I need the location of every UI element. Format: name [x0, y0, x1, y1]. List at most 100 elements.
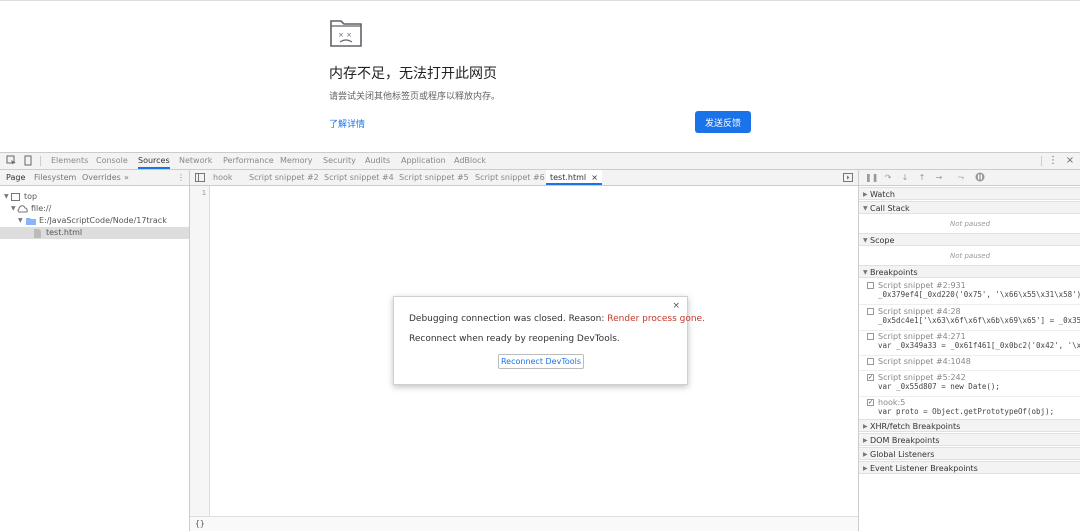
breakpoint-location: Script snippet #4:1048	[878, 357, 971, 366]
tree-item-label: test.html	[46, 228, 83, 237]
debugger-toolbar: ❚❚ ↷ ↓ ↑ → ⤳	[859, 170, 1080, 186]
breakpoint-item[interactable]: Script snippet #4:28 _0x5dc4e1['\x63\x6f…	[859, 306, 1080, 331]
toggle-debugger-icon[interactable]	[843, 170, 853, 185]
dialog-message-2: Reconnect when ready by reopening DevToo…	[409, 334, 620, 344]
toolbar-divider	[1041, 156, 1042, 166]
section-event-listener-breakpoints[interactable]: ▶ Event Listener Breakpoints	[859, 461, 1080, 474]
breakpoint-checkbox[interactable]	[867, 308, 874, 315]
reconnect-devtools-button[interactable]: Reconnect DevTools	[498, 354, 584, 369]
section-label: Call Stack	[870, 204, 910, 213]
section-dom-breakpoints[interactable]: ▶ DOM Breakpoints	[859, 433, 1080, 446]
expanded-arrow-icon: ▼	[863, 269, 868, 276]
inspect-element-icon[interactable]	[5, 155, 17, 167]
tree-item-top[interactable]: ▼ top	[0, 191, 189, 203]
connection-closed-dialog: × Debugging connection was closed. Reaso…	[393, 296, 705, 385]
step-icon[interactable]: →	[933, 172, 945, 184]
breakpoint-code: var proto = Object.getPrototypeOf(obj);	[878, 407, 1055, 416]
nav-tab-page[interactable]: Page	[6, 170, 25, 185]
pretty-print-button[interactable]: {}	[195, 519, 205, 528]
breakpoint-item[interactable]: Script snippet #4:1048	[859, 356, 1080, 371]
editor-tab-hook[interactable]: hook	[213, 170, 233, 185]
tab-audits[interactable]: Audits	[365, 153, 390, 169]
tab-network[interactable]: Network	[179, 153, 212, 169]
tab-security[interactable]: Security	[323, 153, 356, 169]
breakpoint-location: Script snippet #5:242	[878, 373, 966, 382]
section-global-listeners[interactable]: ▶ Global Listeners	[859, 447, 1080, 460]
editor-tab-test-html[interactable]: test.html ×	[546, 170, 602, 185]
sources-navigator: Page Filesystem Overrides » ⋮ ▼ top ▼ fi…	[0, 170, 190, 531]
more-tabs-chevron-icon[interactable]: »	[124, 170, 129, 185]
nav-tab-filesystem[interactable]: Filesystem	[34, 170, 76, 185]
close-devtools-icon[interactable]: ×	[1064, 155, 1076, 167]
editor-tab-snippet-6[interactable]: Script snippet #6	[475, 170, 545, 185]
step-over-icon[interactable]: ↷	[882, 172, 894, 184]
expand-arrow-icon: ▼	[4, 193, 9, 200]
device-toolbar-icon[interactable]	[21, 155, 33, 167]
tab-memory[interactable]: Memory	[280, 153, 313, 169]
navigator-menu-icon[interactable]: ⋮	[177, 170, 185, 185]
section-call-stack[interactable]: ▼ Call Stack	[859, 201, 1080, 214]
deactivate-breakpoints-icon[interactable]: ⤳	[955, 172, 967, 184]
breakpoint-code: var _0x349a33 = _0x61f461[_0x0bc2('0x42'…	[878, 341, 1080, 350]
breakpoint-item[interactable]: ✓ Script snippet #5:242 var _0x55d807 = …	[859, 372, 1080, 397]
step-out-icon[interactable]: ↑	[916, 172, 928, 184]
tree-item-test-html[interactable]: test.html	[0, 227, 189, 239]
send-feedback-button[interactable]: 发送反馈	[695, 111, 751, 133]
close-tab-icon[interactable]: ×	[589, 173, 598, 182]
dialog-reason: Render process gone.	[607, 314, 705, 324]
editor-tab-label: test.html	[550, 173, 587, 182]
toggle-navigator-icon[interactable]	[195, 170, 205, 185]
tree-item-file-origin[interactable]: ▼ file://	[0, 203, 189, 215]
crash-title: 内存不足，无法打开此网页	[329, 66, 497, 82]
breakpoint-item[interactable]: Script snippet #4:271 var _0x349a33 = _0…	[859, 331, 1080, 356]
breakpoint-checkbox-checked[interactable]: ✓	[867, 399, 874, 406]
breakpoint-item[interactable]: Script snippet #2:931 _0x379ef4[_0xd220(…	[859, 280, 1080, 305]
breakpoint-checkbox-checked[interactable]: ✓	[867, 374, 874, 381]
tree-item-label: file://	[31, 204, 52, 213]
tab-adblock[interactable]: AdBlock	[454, 153, 486, 169]
tab-sources[interactable]: Sources	[138, 153, 170, 169]
tab-application[interactable]: Application	[401, 153, 446, 169]
section-xhr-breakpoints[interactable]: ▶ XHR/fetch Breakpoints	[859, 419, 1080, 432]
pause-icon[interactable]: ❚❚	[865, 172, 878, 184]
editor-tab-snippet-5[interactable]: Script snippet #5	[399, 170, 469, 185]
section-label: Global Listeners	[870, 450, 935, 459]
dialog-message-text: Debugging connection was closed. Reason:	[409, 314, 608, 324]
editor-tab-snippet-4[interactable]: Script snippet #4	[324, 170, 394, 185]
expanded-arrow-icon: ▼	[863, 205, 868, 212]
crashed-page: × × 内存不足，无法打开此网页 请尝试关闭其他标签页或程序以释放内存。 了解详…	[0, 0, 1080, 152]
section-watch[interactable]: ▶ Watch	[859, 187, 1080, 200]
sad-folder-icon: × ×	[330, 20, 362, 47]
section-label: Watch	[870, 190, 895, 199]
scope-empty: Not paused	[949, 252, 991, 260]
section-label: DOM Breakpoints	[870, 436, 940, 445]
breakpoint-location: Script snippet #4:271	[878, 332, 966, 341]
crash-subtitle: 请尝试关闭其他标签页或程序以释放内存。	[329, 92, 501, 102]
section-label: Scope	[870, 236, 895, 245]
dialog-message: Debugging connection was closed. Reason:…	[409, 314, 705, 324]
tree-item-folder[interactable]: ▼ E:/JavaScriptCode/Node/17track	[0, 215, 189, 227]
tab-performance[interactable]: Performance	[223, 153, 274, 169]
editor-tab-snippet-2[interactable]: Script snippet #2	[249, 170, 319, 185]
nav-tab-overrides[interactable]: Overrides	[82, 170, 121, 185]
debugger-sidebar: ❚❚ ↷ ↓ ↑ → ⤳ ▶ Watch ▼ Call Stack Not paus…	[858, 170, 1080, 531]
pause-on-exceptions-icon[interactable]	[974, 172, 986, 184]
breakpoint-checkbox[interactable]	[867, 282, 874, 289]
breakpoint-checkbox[interactable]	[867, 358, 874, 365]
section-breakpoints[interactable]: ▼ Breakpoints	[859, 265, 1080, 278]
collapsed-arrow-icon: ▶	[863, 191, 868, 198]
step-into-icon[interactable]: ↓	[899, 172, 911, 184]
breakpoint-location: Script snippet #4:28	[878, 307, 961, 316]
line-gutter: 1	[190, 186, 210, 516]
section-label: Event Listener Breakpoints	[870, 464, 978, 473]
section-scope[interactable]: ▼ Scope	[859, 233, 1080, 246]
svg-text:× ×: × ×	[338, 31, 352, 39]
learn-more-link[interactable]: 了解详情	[329, 117, 365, 130]
tab-elements[interactable]: Elements	[51, 153, 88, 169]
tab-console[interactable]: Console	[96, 153, 128, 169]
more-options-icon[interactable]: ⋮	[1047, 155, 1059, 167]
breakpoint-checkbox[interactable]	[867, 333, 874, 340]
dialog-close-icon[interactable]: ×	[672, 301, 680, 311]
file-icon	[34, 229, 41, 242]
editor-status-bar: {}	[190, 516, 858, 531]
